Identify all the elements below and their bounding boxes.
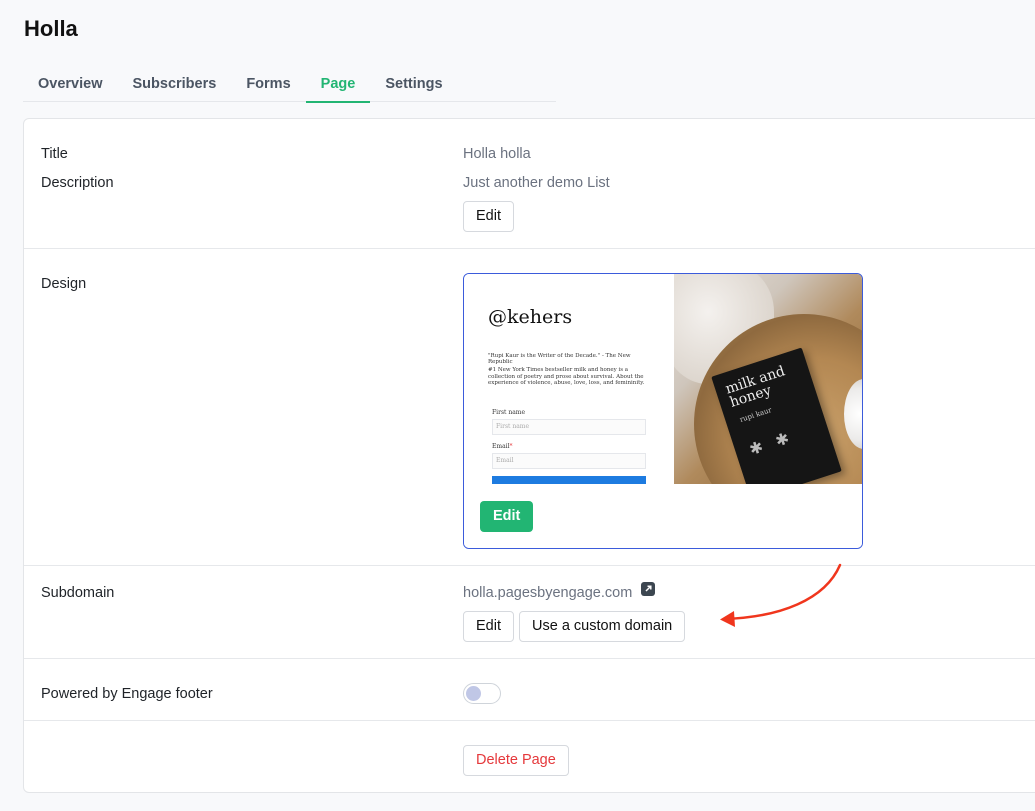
subdomain-section: Subdomain holla.pagesbyengage.com Edit U… [24,566,1035,659]
delete-section: Delete Page [24,721,1035,794]
toggle-knob [466,686,481,701]
description-value: Just another demo List [463,175,610,191]
edit-subdomain-button[interactable]: Edit [463,611,514,642]
preview-form-panel: @kehers "Rupi Kaur is the Writer of the … [464,274,674,490]
tab-overview[interactable]: Overview [23,66,118,102]
bee-icon: ✱✱ [747,425,805,460]
design-preview[interactable]: @kehers "Rupi Kaur is the Writer of the … [463,273,863,549]
delete-page-button[interactable]: Delete Page [463,745,569,776]
design-label: Design [41,276,87,292]
preview-handle: @kehers [488,306,573,328]
description-label: Description [41,175,114,191]
preview-quote: "Rupi Kaur is the Writer of the Decade."… [488,353,631,365]
preview-email-label: Email* [492,443,513,450]
tab-page[interactable]: Page [305,66,371,103]
edit-design-button[interactable]: Edit [480,501,534,532]
preview-book-author: rupi kaur [738,406,773,424]
preview-cover-image: milk and honey rupi kaur ✱✱ [674,274,862,484]
page-title: Holla [24,16,78,41]
external-link-icon[interactable] [641,582,655,596]
custom-domain-button[interactable]: Use a custom domain [519,611,686,642]
tab-bar: Overview Subscribers Forms Page Settings [23,66,556,103]
details-section: Title Holla holla Description Just anoth… [24,119,1035,249]
annotation-arrow-icon [720,563,842,627]
footer-toggle-label: Powered by Engage footer [41,686,213,702]
subdomain-link[interactable]: holla.pagesbyengage.com [463,585,632,601]
subdomain-label: Subdomain [41,585,115,601]
preview-description: #1 New York Times bestseller milk and ho… [488,367,645,386]
tab-forms[interactable]: Forms [231,66,305,102]
preview-first-name-label: First name [492,409,526,416]
tab-subscribers[interactable]: Subscribers [118,66,232,102]
edit-details-button[interactable]: Edit [463,201,514,232]
tab-settings[interactable]: Settings [370,66,457,102]
preview-first-name-field: First name [492,419,646,435]
title-value: Holla holla [463,146,531,162]
design-section: Design @kehers "Rupi Kaur is the Writer … [24,249,1035,566]
page-settings-card: Title Holla holla Description Just anoth… [23,118,1035,793]
title-label: Title [41,146,68,162]
preview-email-field: Email [492,453,646,469]
footer-toggle-switch[interactable] [463,683,501,704]
footer-toggle-section: Powered by Engage footer [24,659,1035,721]
